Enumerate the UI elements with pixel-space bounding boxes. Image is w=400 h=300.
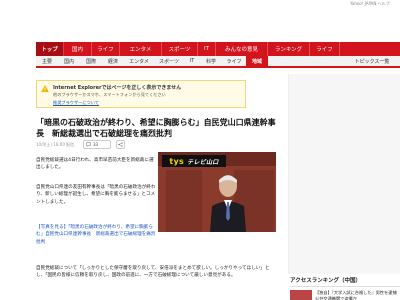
recommended-browser-link[interactable]: 推奨ブラウザーについて: [53, 100, 99, 106]
nav-tab-opinion[interactable]: みんなの意見: [216, 42, 268, 56]
utility-bar: Yahoo! JAPAN ヘルプ: [0, 0, 400, 8]
broadcaster-logo-sub: テレビ山口: [187, 158, 219, 166]
warning-icon: [41, 85, 49, 92]
article-paragraph: 自民党山口県連の友田有幹事長は「暗黒の石破政治が終わり、新しい総理が誕生し、希望…: [36, 185, 156, 205]
browser-notice: Internet Explorerではページを正しく表示できません 他のブラウザ…: [36, 80, 246, 108]
sidebar-ad: [288, 74, 400, 274]
subnav-it[interactable]: IT: [184, 56, 200, 66]
notice-title: Internet Explorerではページを正しく表示できません: [53, 85, 182, 91]
logo-row: [0, 8, 400, 42]
secondary-nav: 主要 国内 国際 経済 エンタメ スポーツ IT 科学 ライフ 地域 トピックス…: [36, 56, 400, 68]
article-headline: 「暗黒の石破政治が終わり、希望に胸膨らむ」自民党山口県連幹事長 新総裁選出で石破…: [36, 118, 276, 138]
primary-nav: トップ 国内 ライフ エンタメ スポーツ IT みんなの意見 ランキング ライフ: [36, 42, 400, 56]
ranking-item-text: 【独自】『大学入試に合格した』男性を逮捕 公共交通機関で盗撮か: [315, 290, 397, 300]
subnav-main[interactable]: 主要: [36, 56, 58, 66]
nav-tab-top[interactable]: トップ: [36, 42, 64, 56]
nav-tab-it[interactable]: IT: [198, 42, 216, 56]
site-logo[interactable]: [0, 10, 120, 40]
share-button[interactable]: [116, 140, 125, 149]
article-date: 10/4(土) 18:00 配信: [36, 142, 75, 147]
article-photo[interactable]: tys テレビ山口: [158, 152, 276, 232]
share-icon: [118, 142, 123, 147]
comment-icon: [86, 142, 91, 147]
nav-tab-ranking[interactable]: ランキング: [268, 42, 310, 56]
article-paragraph: 自民党総裁選は4日行われ、高市早苗前大臣を新総裁に選出しました。: [36, 158, 154, 171]
broadcaster-logo: tys テレビ山口: [162, 155, 226, 167]
ranking-item[interactable]: 【独自】『大学入試に合格した』男性を逮捕 公共交通機関で盗撮か: [290, 290, 400, 300]
comment-button[interactable]: 33: [83, 140, 111, 149]
subnav-sports[interactable]: スポーツ: [154, 56, 184, 66]
nav-tab-sports[interactable]: スポーツ: [162, 42, 198, 56]
nav-tab-domestic[interactable]: 国内: [64, 42, 92, 56]
nav-tab-life-2[interactable]: ライフ: [310, 42, 340, 56]
subnav-entame[interactable]: エンタメ: [124, 56, 154, 66]
ranking-title: アクセスランキング（中国）: [290, 276, 400, 287]
subnav-science[interactable]: 科学: [200, 56, 222, 66]
article-meta: 10/4(土) 18:00 配信 33: [36, 140, 136, 150]
access-ranking: アクセスランキング（中国） 【独自】『大学入試に合格した』男性を逮捕 公共交通機…: [290, 276, 400, 300]
help-link[interactable]: Yahoo! JAPAN ヘルプ: [350, 1, 390, 7]
nav-tab-entame[interactable]: エンタメ: [120, 42, 162, 56]
subnav-economy[interactable]: 経済: [102, 56, 124, 66]
ranking-thumbnail: [290, 290, 312, 300]
comment-count: 33: [93, 142, 99, 147]
subnav-international[interactable]: 国際: [80, 56, 102, 66]
article-paragraph-long: 自民党総裁について「しっかりとした保守層を取り戻して、安倍派をまとめて欲しい。し…: [36, 266, 270, 279]
subnav-region[interactable]: 地域: [246, 56, 268, 66]
subnav-topics-list[interactable]: トピックス一覧: [350, 56, 394, 66]
subnav-life[interactable]: ライフ: [222, 56, 246, 66]
nav-tab-life[interactable]: ライフ: [92, 42, 120, 56]
notice-subtitle: 他のブラウザーかスマホ、スマートフォンから見てください: [53, 92, 166, 97]
photo-link[interactable]: 【写真を見る】「暗黒の石破政治が終わり、希望に胸膨らむ」自民党山口県連幹事長 新…: [36, 224, 156, 246]
broadcaster-logo-text: tys: [169, 156, 185, 166]
subnav-domestic[interactable]: 国内: [58, 56, 80, 66]
